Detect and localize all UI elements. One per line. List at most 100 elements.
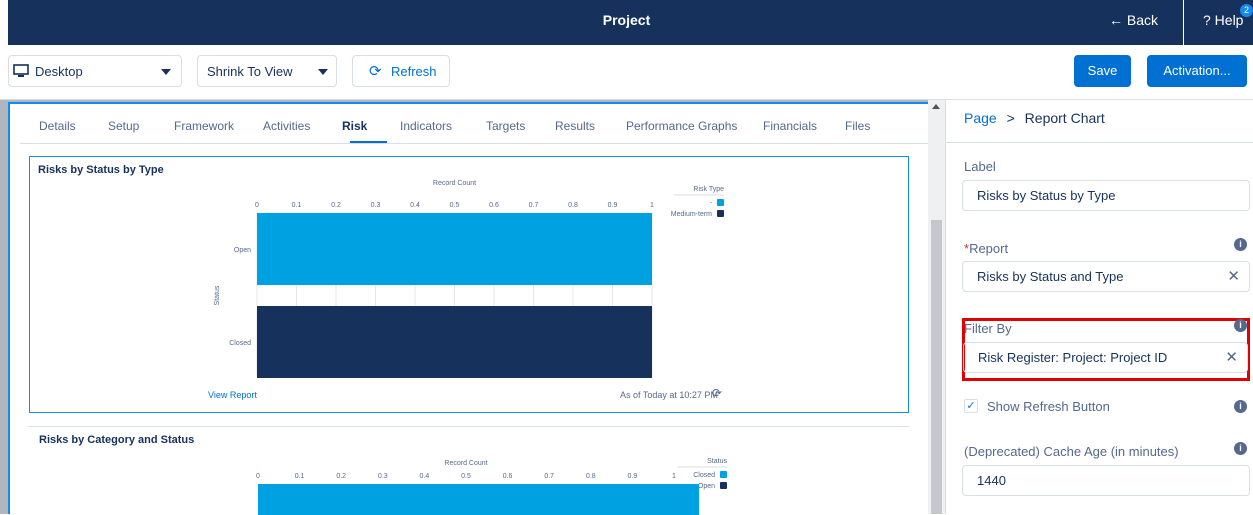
report-field[interactable]: Risks by Status and Type ✕: [962, 261, 1250, 292]
bar: [257, 306, 652, 378]
help-badge: 2: [1240, 4, 1253, 17]
tab-framework[interactable]: Framework: [174, 119, 234, 133]
tab-financials[interactable]: Financials: [763, 119, 817, 133]
info-icon[interactable]: i: [1234, 238, 1247, 251]
clear-icon[interactable]: ✕: [1227, 267, 1240, 285]
record-tabs: Details Setup Framework Activities Risk …: [20, 106, 936, 144]
cache-age-label: (Deprecated) Cache Age (in minutes): [964, 444, 1179, 459]
x-tick-label: 0.5: [450, 202, 460, 209]
x-tick-label: 0.6: [503, 473, 513, 480]
x-tick-label: 0.5: [461, 473, 471, 480]
divider: [946, 142, 1253, 143]
legend-title: Risk Type: [693, 186, 724, 193]
filter-field-label: Filter By: [964, 321, 1012, 336]
x-tick-label: 0.2: [331, 202, 341, 209]
x-tick-label: 0.2: [336, 473, 346, 480]
refresh-button[interactable]: ⟳ Refresh: [352, 55, 450, 87]
x-tick-label: 0.9: [628, 473, 638, 480]
legend-swatch: [717, 210, 724, 217]
legend-entry: Open: [698, 483, 715, 490]
info-icon[interactable]: i: [1234, 319, 1247, 332]
label-field[interactable]: Risks by Status by Type: [962, 180, 1250, 211]
legend-swatch: [720, 482, 727, 489]
breadcrumb-page[interactable]: Page: [964, 110, 997, 126]
info-icon[interactable]: i: [1234, 400, 1247, 413]
page-title: Project: [602, 12, 651, 28]
refresh-button-label: Refresh: [391, 64, 437, 79]
view-report-link[interactable]: View Report: [208, 390, 257, 400]
bar: [258, 484, 699, 515]
refresh-icon[interactable]: ⟳: [712, 386, 722, 400]
legend-entry: Medium-term: [671, 211, 712, 218]
x-tick-label: 0.8: [586, 473, 596, 480]
filter-field-value: Risk Register: Project: Project ID: [978, 350, 1168, 365]
tab-setup[interactable]: Setup: [108, 119, 139, 133]
chart2-svg: Record Count 0 0.1 0.2 0.3 0.4 0.5 0.6 0.7 0.8 0.9…: [256, 458, 727, 515]
legend-swatch: [720, 471, 727, 478]
x-tick-label: 0.3: [378, 473, 388, 480]
active-tab-indicator: [350, 141, 387, 143]
help-button[interactable]: ? Help: [1203, 12, 1243, 28]
breadcrumb-separator: >: [1006, 110, 1015, 126]
x-tick-label: 0: [255, 202, 259, 209]
back-button[interactable]: ← Back: [1109, 12, 1158, 28]
label-field-label: Label: [964, 159, 996, 174]
top-bar: Project ← Back ? Help 2: [0, 0, 1253, 45]
breadcrumb-current: Report Chart: [1024, 110, 1105, 126]
tab-risk[interactable]: Risk: [342, 119, 367, 133]
y-tick-label: Closed: [229, 340, 251, 347]
show-refresh-label: Show Refresh Button: [987, 399, 1110, 414]
device-select-value: Desktop: [35, 64, 83, 79]
x-tick-label: 0.3: [371, 202, 381, 209]
legend-entry: -: [710, 200, 713, 207]
x-tick-label: 0.4: [410, 202, 420, 209]
report-chart-risks-by-status[interactable]: Risks by Status by Type Record Count 0 0.1…: [29, 156, 909, 413]
x-tick-label: 0: [256, 473, 260, 480]
legend-title: Status: [707, 458, 727, 465]
scroll-up-icon[interactable]: [932, 104, 940, 109]
y-axis-title: Status: [214, 285, 221, 305]
x-tick-label: 0.1: [292, 202, 302, 209]
clear-icon[interactable]: ✕: [1225, 348, 1238, 366]
x-tick-label: 0.9: [608, 202, 618, 209]
device-select[interactable]: Desktop: [8, 55, 182, 87]
tab-activities[interactable]: Activities: [263, 119, 310, 133]
scroll-thumb[interactable]: [931, 220, 942, 514]
tab-targets[interactable]: Targets: [486, 119, 525, 133]
bar: [257, 213, 652, 285]
report-field-value: Risks by Status and Type: [977, 269, 1124, 284]
top-bar-divider: [1183, 0, 1184, 45]
report-chart-risks-by-category[interactable]: Risks by Category and Status Record Coun…: [29, 426, 909, 515]
info-icon[interactable]: i: [1234, 442, 1247, 455]
builder-toolbar: Desktop Shrink To View ⟳ Refresh Save Ac…: [0, 45, 1253, 100]
tab-indicators[interactable]: Indicators: [400, 119, 452, 133]
report-field-label: *Report: [964, 241, 1008, 256]
view-select[interactable]: Shrink To View: [197, 55, 337, 87]
x-tick-label: 0.1: [295, 473, 305, 480]
report-field-label-text: Report: [969, 241, 1009, 256]
as-of-timestamp: As of Today at 10:27 PM: [620, 390, 718, 400]
tab-files[interactable]: Files: [845, 119, 870, 133]
save-button[interactable]: Save: [1074, 55, 1131, 87]
tab-results[interactable]: Results: [555, 119, 595, 133]
x-tick-label: 0.7: [529, 202, 539, 209]
filter-field[interactable]: Risk Register: Project: Project ID ✕: [963, 342, 1248, 373]
x-axis-title: Record Count: [444, 460, 487, 467]
x-axis-title: Record Count: [433, 180, 476, 187]
x-tick-label: 0.4: [420, 473, 430, 480]
show-refresh-checkbox[interactable]: ✓: [964, 399, 978, 413]
chevron-down-icon: [161, 69, 171, 75]
activation-button[interactable]: Activation...: [1147, 55, 1247, 87]
chevron-down-icon: [318, 69, 328, 75]
tab-performance-graphs[interactable]: Performance Graphs: [626, 119, 737, 133]
cache-age-field[interactable]: 1440: [962, 465, 1250, 496]
tab-details[interactable]: Details: [39, 119, 76, 133]
cache-age-value: 1440: [977, 473, 1006, 488]
properties-panel: Page > Report Chart Label Risks by Statu…: [945, 100, 1253, 514]
x-tick-label: 0.6: [489, 202, 499, 209]
x-tick-label: 1: [672, 473, 676, 480]
legend-entry: Closed: [693, 472, 715, 479]
canvas-scrollbar[interactable]: [928, 100, 945, 514]
desktop-icon: [13, 64, 29, 77]
label-field-value: Risks by Status by Type: [977, 188, 1116, 203]
